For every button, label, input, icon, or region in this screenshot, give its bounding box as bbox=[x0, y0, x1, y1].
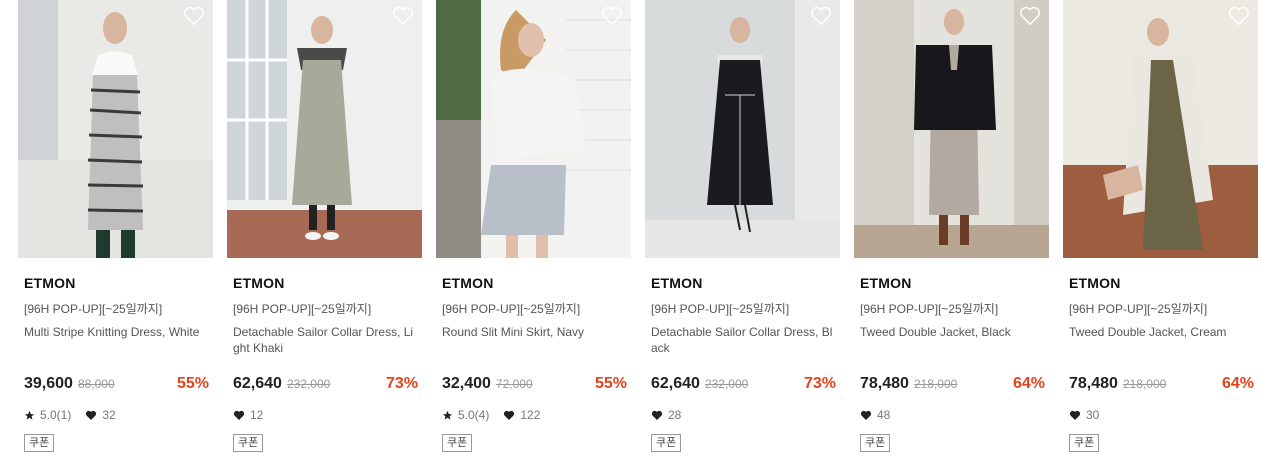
sale-price: 78,480 218,000 bbox=[860, 375, 957, 393]
product-stats: 28 bbox=[651, 408, 695, 422]
product-image[interactable] bbox=[436, 0, 631, 258]
discount-rate: 55% bbox=[594, 375, 627, 392]
sale-price-value: 78,480 bbox=[860, 375, 909, 392]
original-price: 88,000 bbox=[77, 377, 115, 391]
like-count: 28 bbox=[668, 408, 682, 422]
rating: 5.0(4) bbox=[442, 408, 489, 422]
product-card[interactable]: ETMON [96H POP-UP][~25일까지] Detachable Sa… bbox=[645, 0, 840, 452]
heart-outline-icon[interactable] bbox=[810, 6, 832, 26]
heart-icon bbox=[86, 410, 97, 420]
heart-icon bbox=[1069, 410, 1081, 420]
product-stats: 12 bbox=[233, 408, 277, 422]
product-card[interactable]: ETMON [96H POP-UP][~25일까지] Round Slit Mi… bbox=[436, 0, 631, 452]
brand-name[interactable]: ETMON bbox=[442, 275, 494, 291]
brand-name[interactable]: ETMON bbox=[651, 275, 703, 291]
product-card[interactable]: ETMON [96H POP-UP][~25일까지] Tweed Double … bbox=[1063, 0, 1258, 452]
brand-name[interactable]: ETMON bbox=[1069, 275, 1121, 291]
rating: 5.0(1) bbox=[24, 408, 71, 422]
promo-label: [96H POP-UP][~25일까지] bbox=[442, 302, 581, 316]
sale-price: 62,640 232,000 bbox=[651, 375, 748, 393]
sale-price: 62,640 232,000 bbox=[233, 375, 330, 393]
heart-outline-icon[interactable] bbox=[1228, 6, 1250, 26]
product-name[interactable]: Tweed Double Jacket, Black bbox=[860, 324, 1046, 340]
like-count: 122 bbox=[520, 408, 541, 422]
original-price: 72,000 bbox=[495, 377, 533, 391]
product-card[interactable]: ETMON [96H POP-UP][~25일까지] Detachable Sa… bbox=[227, 0, 422, 452]
coupon-badge: 쿠폰 bbox=[442, 434, 473, 452]
heart-icon bbox=[233, 410, 245, 420]
original-price: 232,000 bbox=[704, 377, 749, 391]
coupon-badge: 쿠폰 bbox=[1069, 434, 1100, 452]
product-name[interactable]: Tweed Double Jacket, Cream bbox=[1069, 324, 1255, 340]
heart-outline-icon[interactable] bbox=[601, 6, 623, 26]
discount-rate: 64% bbox=[1221, 375, 1254, 392]
product-stats: 5.0(4) 122 bbox=[442, 408, 554, 422]
sale-price-value: 78,480 bbox=[1069, 375, 1118, 392]
promo-label: [96H POP-UP][~25일까지] bbox=[1069, 302, 1208, 316]
product-image[interactable] bbox=[227, 0, 422, 258]
product-image[interactable] bbox=[854, 0, 1049, 258]
star-icon bbox=[24, 410, 35, 420]
heart-icon bbox=[860, 410, 872, 420]
heart-outline-icon[interactable] bbox=[392, 6, 414, 26]
product-grid: ETMON [96H POP-UP][~25일까지] Multi Stripe … bbox=[0, 0, 1261, 467]
sale-price-value: 39,600 bbox=[24, 375, 73, 392]
likes: 32 bbox=[85, 408, 116, 422]
discount-rate: 55% bbox=[176, 375, 209, 392]
likes: 28 bbox=[651, 408, 681, 422]
sale-price: 78,480 218,000 bbox=[1069, 375, 1166, 393]
brand-name[interactable]: ETMON bbox=[860, 275, 912, 291]
rating-value: 5.0(4) bbox=[458, 408, 490, 422]
original-price: 218,000 bbox=[913, 377, 958, 391]
sale-price: 39,600 88,000 bbox=[24, 375, 115, 393]
product-name[interactable]: Detachable Sailor Collar Dress, Black bbox=[651, 324, 837, 356]
sale-price-value: 32,400 bbox=[442, 375, 491, 392]
likes: 12 bbox=[233, 408, 263, 422]
heart-outline-icon[interactable] bbox=[1019, 6, 1041, 26]
likes: 48 bbox=[860, 408, 890, 422]
like-count: 12 bbox=[250, 408, 264, 422]
promo-label: [96H POP-UP][~25일까지] bbox=[651, 302, 790, 316]
promo-label: [96H POP-UP][~25일까지] bbox=[860, 302, 999, 316]
heart-outline-icon[interactable] bbox=[183, 6, 205, 26]
like-count: 30 bbox=[1086, 408, 1100, 422]
discount-rate: 64% bbox=[1012, 375, 1045, 392]
discount-rate: 73% bbox=[803, 375, 836, 392]
original-price: 232,000 bbox=[286, 377, 331, 391]
heart-icon bbox=[651, 410, 663, 420]
product-image[interactable] bbox=[18, 0, 213, 258]
sale-price-value: 62,640 bbox=[651, 375, 700, 392]
product-image[interactable] bbox=[1063, 0, 1258, 258]
coupon-badge: 쿠폰 bbox=[233, 434, 264, 452]
original-price: 218,000 bbox=[1122, 377, 1167, 391]
product-stats: 30 bbox=[1069, 408, 1113, 422]
brand-name[interactable]: ETMON bbox=[24, 275, 76, 291]
promo-label: [96H POP-UP][~25일까지] bbox=[233, 302, 372, 316]
sale-price-value: 62,640 bbox=[233, 375, 282, 392]
like-count: 48 bbox=[877, 408, 891, 422]
product-name[interactable]: Round Slit Mini Skirt, Navy bbox=[442, 324, 628, 340]
heart-icon bbox=[504, 410, 515, 420]
coupon-badge: 쿠폰 bbox=[860, 434, 891, 452]
product-image[interactable] bbox=[645, 0, 840, 258]
sale-price: 32,400 72,000 bbox=[442, 375, 533, 393]
promo-label: [96H POP-UP][~25일까지] bbox=[24, 302, 163, 316]
product-card[interactable]: ETMON [96H POP-UP][~25일까지] Multi Stripe … bbox=[18, 0, 213, 452]
brand-name[interactable]: ETMON bbox=[233, 275, 285, 291]
product-stats: 5.0(1) 32 bbox=[24, 408, 130, 422]
like-count: 32 bbox=[102, 408, 116, 422]
discount-rate: 73% bbox=[385, 375, 418, 392]
likes: 30 bbox=[1069, 408, 1099, 422]
product-name[interactable]: Multi Stripe Knitting Dress, White bbox=[24, 324, 210, 340]
product-name[interactable]: Detachable Sailor Collar Dress, Light Kh… bbox=[233, 324, 419, 356]
product-stats: 48 bbox=[860, 408, 904, 422]
product-card[interactable]: ETMON [96H POP-UP][~25일까지] Tweed Double … bbox=[854, 0, 1049, 452]
star-icon bbox=[442, 410, 453, 420]
likes: 122 bbox=[503, 408, 540, 422]
coupon-badge: 쿠폰 bbox=[24, 434, 55, 452]
coupon-badge: 쿠폰 bbox=[651, 434, 682, 452]
rating-value: 5.0(1) bbox=[40, 408, 72, 422]
